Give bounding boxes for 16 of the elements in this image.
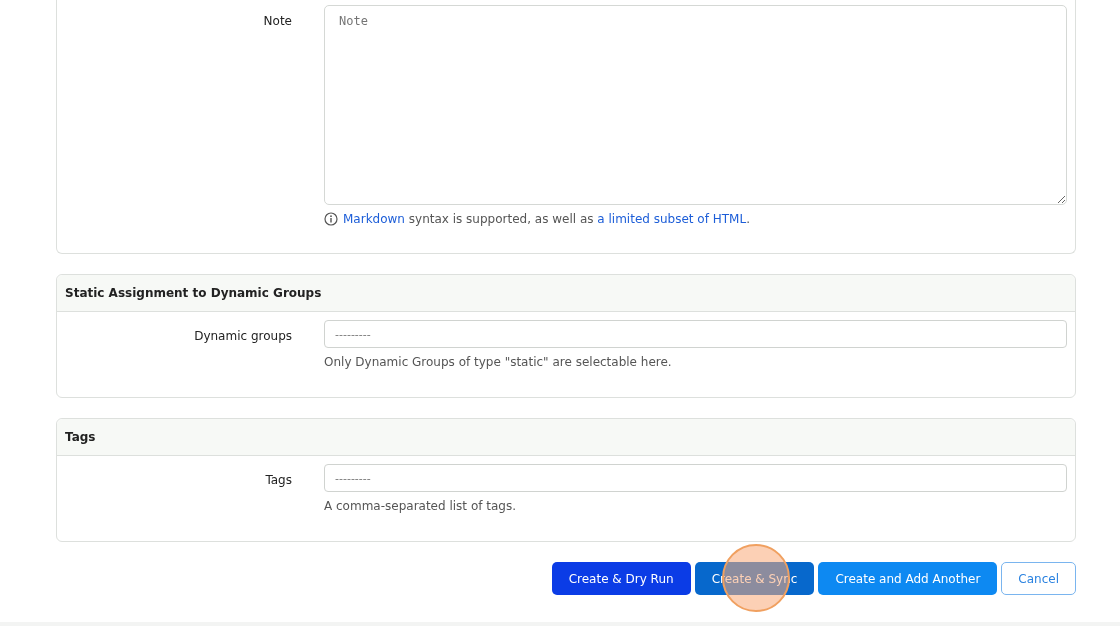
help-text: Only Dynamic Groups of type "static" are selectable here. xyxy=(324,355,673,369)
field-label: Note xyxy=(263,13,292,30)
cancel-button[interactable]: Cancel xyxy=(1001,562,1076,595)
field-label: Tags xyxy=(265,472,292,489)
section-title: Static Assignment to Dynamic Groups xyxy=(57,275,1075,312)
create-button[interactable]: Create and Add Another xyxy=(818,562,998,595)
help-text: Markdown syntax is supported, as well as a limited subset of HTML. xyxy=(343,212,750,226)
help-text: A comma-separated list of tags. xyxy=(324,499,517,513)
help-link[interactable]: Markdown xyxy=(343,212,405,226)
create-button[interactable]: Create & Dry Run xyxy=(551,562,691,595)
select-field[interactable]: --------- xyxy=(324,320,1067,348)
info-icon xyxy=(324,212,338,226)
select-field[interactable]: --------- xyxy=(324,464,1067,492)
section-title: Tags xyxy=(57,419,1075,456)
note-field[interactable]: Note xyxy=(324,5,1067,205)
field-label: Dynamic groups xyxy=(194,328,292,345)
